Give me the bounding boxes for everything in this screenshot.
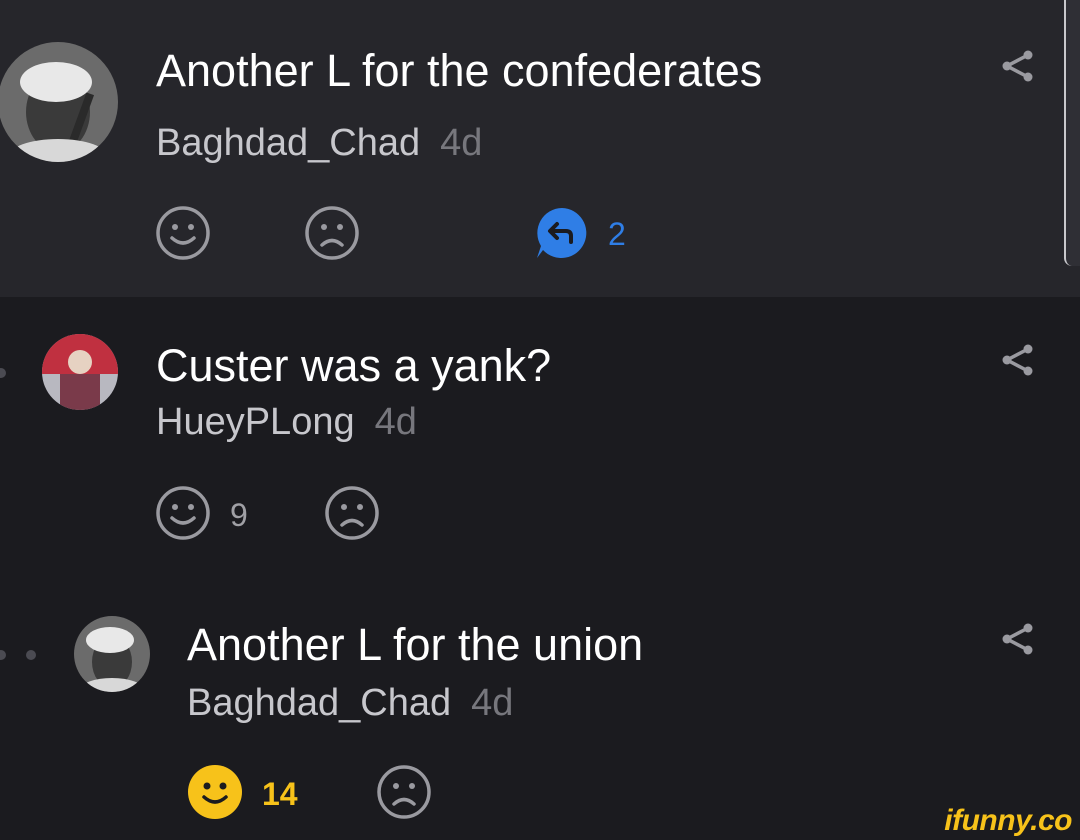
frown-icon[interactable] (304, 205, 360, 261)
smile-icon[interactable] (187, 764, 243, 820)
frown-icon[interactable] (376, 764, 432, 820)
avatar-image (74, 616, 150, 692)
thread-indicator (0, 368, 6, 378)
avatar[interactable] (74, 616, 150, 692)
share-icon[interactable] (998, 340, 1038, 380)
smile-count: 9 (230, 497, 248, 533)
comment-1: Another L for the confederates Baghdad_C… (0, 0, 1080, 297)
smile-count: 14 (262, 776, 298, 812)
comment-age: 4d (440, 122, 483, 164)
comment-text: Another L for the union (187, 619, 644, 670)
smile-icon[interactable] (155, 485, 211, 541)
username[interactable]: HueyPLong (156, 401, 355, 443)
thread-indicator (26, 650, 36, 660)
comment-meta: Baghdad_Chad 4d (156, 124, 482, 162)
avatar-image (42, 334, 118, 410)
smile-icon[interactable] (155, 205, 211, 261)
comment-text: Custer was a yank? (156, 340, 552, 391)
share-icon[interactable] (998, 46, 1038, 86)
avatar[interactable] (42, 334, 118, 410)
avatar[interactable] (0, 42, 118, 162)
comment-2: Custer was a yank? HueyPLong 4d 9 (0, 297, 1080, 582)
share-icon[interactable] (998, 619, 1038, 659)
comment-meta: HueyPLong 4d (156, 403, 417, 441)
watermark: ifunny.co (944, 804, 1072, 837)
frown-icon[interactable] (324, 485, 380, 541)
thread-indicator (0, 650, 6, 660)
avatar-image (0, 42, 118, 162)
comment-3: Another L for the union Baghdad_Chad 4d 1… (0, 582, 1080, 840)
username[interactable]: Baghdad_Chad (187, 682, 451, 724)
comment-text: Another L for the confederates (156, 45, 763, 96)
comment-age: 4d (374, 401, 417, 443)
reply-bubble-icon[interactable] (533, 204, 591, 262)
reply-count[interactable]: 2 (608, 218, 626, 250)
username[interactable]: Baghdad_Chad (156, 122, 420, 164)
comment-age: 4d (471, 682, 514, 724)
scrollbar[interactable] (1064, 0, 1080, 266)
comment-meta: Baghdad_Chad 4d (187, 684, 513, 722)
